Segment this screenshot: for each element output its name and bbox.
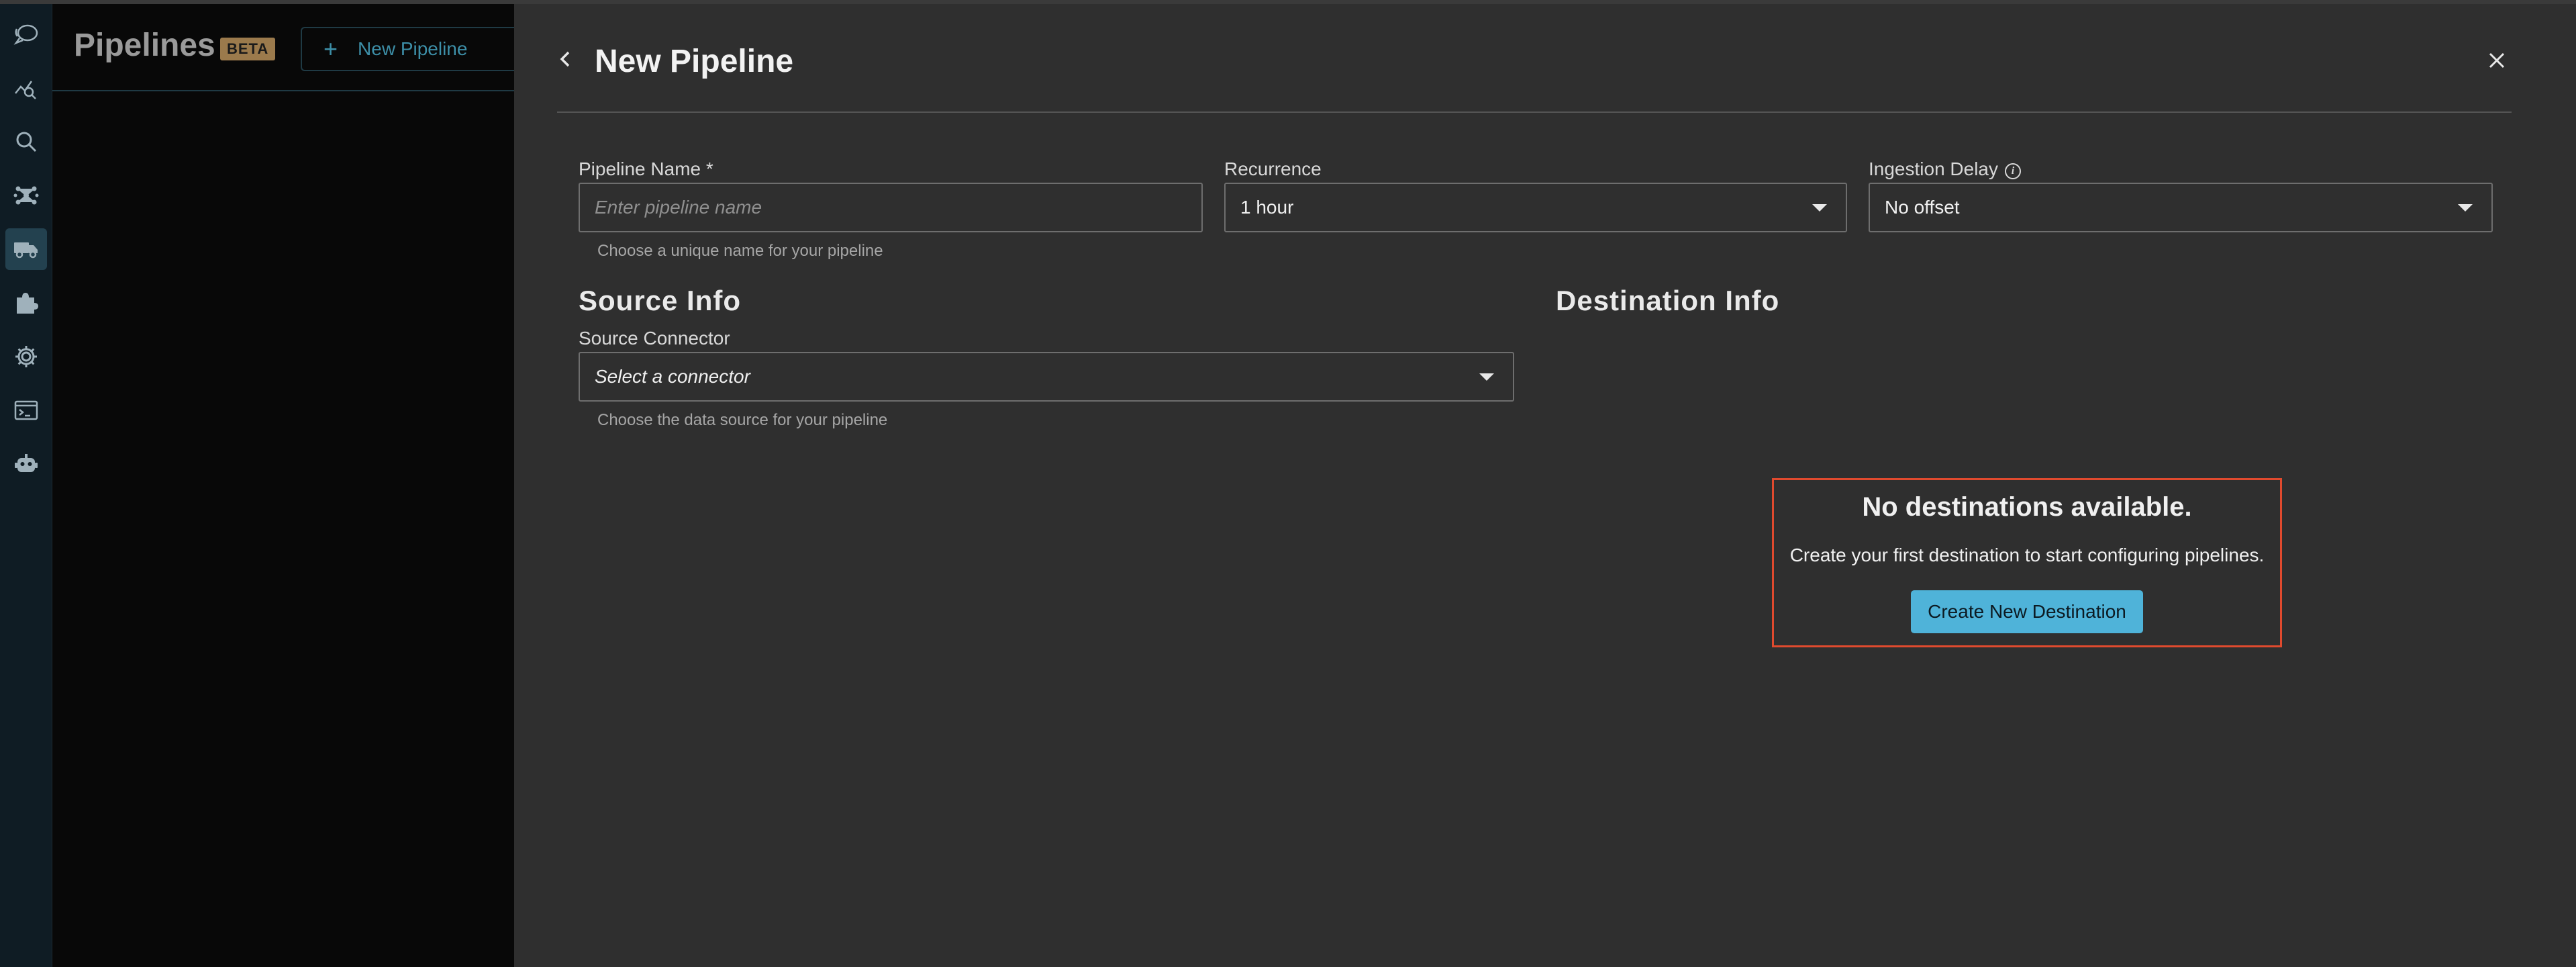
recurrence-label: Recurrence — [1224, 158, 1322, 179]
modal-divider — [557, 111, 2512, 113]
ingestion-delay-label-text: Ingestion Delay — [1869, 158, 1999, 179]
chat-icon[interactable] — [5, 13, 47, 55]
chevron-down-icon — [2458, 204, 2473, 212]
no-destinations-title: No destinations available. — [1862, 492, 2192, 522]
source-connector-label: Source Connector — [579, 328, 730, 349]
chevron-down-icon — [1479, 373, 1494, 381]
pipelines-header: Pipelines BETA + New Pipeline — [52, 4, 534, 91]
new-pipeline-modal: New Pipeline Pipeline Name * Choose a un… — [514, 4, 2576, 967]
new-pipeline-button-label: New Pipeline — [358, 38, 468, 59]
recurrence-value: 1 hour — [1240, 197, 1294, 218]
pipelines-list-panel: Pipelines BETA + New Pipeline — [52, 4, 534, 967]
back-arrow-icon[interactable] — [552, 46, 579, 73]
source-connector-helper: Choose the data source for your pipeline — [597, 411, 888, 429]
chevron-down-icon — [1812, 204, 1827, 212]
cluster-icon[interactable] — [5, 175, 47, 216]
search-icon[interactable] — [5, 121, 47, 163]
ingestion-delay-value: No offset — [1885, 197, 1960, 218]
source-connector-value: Select a connector — [595, 366, 750, 387]
pipeline-name-label: Pipeline Name * — [579, 158, 713, 179]
recurrence-select[interactable]: 1 hour — [1224, 183, 1847, 232]
beta-badge: BETA — [220, 38, 276, 60]
ingestion-delay-select[interactable]: No offset — [1869, 183, 2493, 232]
destination-info-title: Destination Info — [1556, 285, 1780, 316]
puzzle-icon[interactable] — [5, 282, 47, 324]
gear-icon[interactable] — [5, 336, 47, 377]
plus-icon: + — [324, 35, 338, 62]
ingestion-delay-label: Ingestion Delay i — [1869, 158, 2022, 180]
truck-icon[interactable] — [5, 228, 47, 270]
new-pipeline-button[interactable]: + New Pipeline — [301, 27, 534, 71]
pipeline-name-field[interactable] — [579, 183, 1203, 232]
page-title: Pipelines — [74, 28, 215, 63]
modal-title: New Pipeline — [595, 44, 794, 79]
info-icon[interactable]: i — [2005, 163, 2022, 179]
source-connector-select[interactable]: Select a connector — [579, 352, 1514, 402]
analytics-icon[interactable] — [5, 67, 47, 109]
pipeline-name-helper: Choose a unique name for your pipeline — [597, 242, 883, 260]
create-destination-button[interactable]: Create New Destination — [1911, 590, 2143, 633]
pipeline-name-input[interactable] — [595, 197, 1201, 218]
source-info-title: Source Info — [579, 285, 742, 316]
no-destinations-panel: No destinations available. Create your f… — [1772, 478, 2282, 647]
bot-icon[interactable] — [5, 443, 47, 485]
no-destinations-text: Create your first destination to start c… — [1789, 545, 2265, 565]
close-icon[interactable] — [2485, 48, 2509, 73]
icon-sidebar — [0, 4, 52, 967]
terminal-icon[interactable] — [5, 389, 47, 431]
